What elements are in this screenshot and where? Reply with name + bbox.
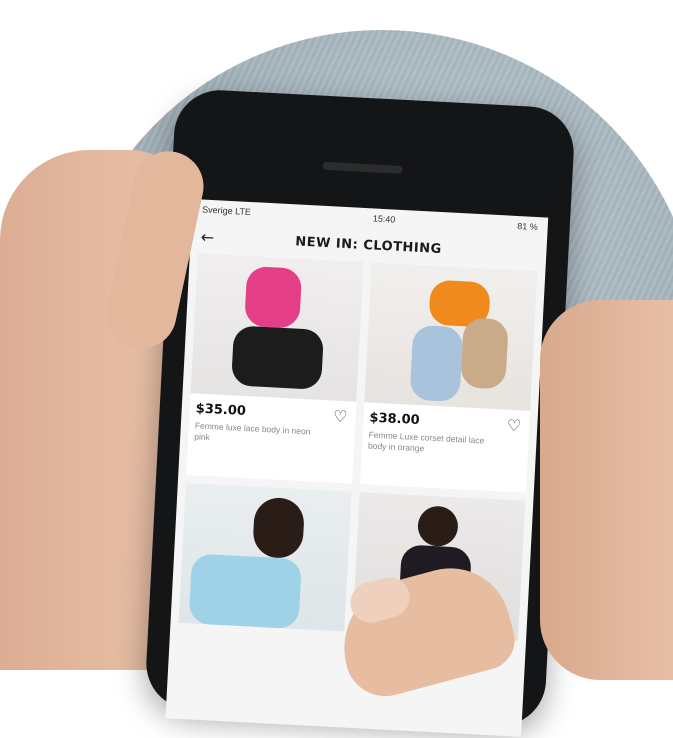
back-arrow-icon[interactable]: ← — [200, 227, 214, 247]
product-info: $35.00 ♡ Femme luxe lace body in neon pi… — [186, 393, 356, 484]
product-image[interactable] — [178, 482, 352, 632]
black-pants — [231, 325, 325, 390]
battery-level: 81 % — [516, 220, 538, 233]
trench-coat — [460, 317, 509, 390]
model-hair — [252, 496, 306, 560]
carrier-label: Sverige LTE — [201, 204, 252, 218]
product-description: Femme Luxe corset detail lace body in or… — [367, 429, 485, 454]
product-info: $38.00 ♡ Femme Luxe corset detail lace b… — [360, 402, 530, 493]
blue-jeans — [409, 324, 464, 403]
pink-top — [244, 265, 303, 329]
heart-icon[interactable]: ♡ — [333, 407, 348, 428]
heart-icon[interactable]: ♡ — [506, 416, 521, 437]
product-card[interactable] — [178, 482, 352, 632]
product-image[interactable] — [364, 262, 538, 411]
product-image[interactable] — [190, 253, 364, 402]
model-head — [416, 505, 459, 548]
status-time: 15:40 — [372, 213, 396, 225]
product-card[interactable]: $38.00 ♡ Femme Luxe corset detail lace b… — [360, 262, 538, 493]
tie-dye-top — [188, 553, 303, 630]
product-card[interactable]: $35.00 ♡ Femme luxe lace body in neon pi… — [186, 253, 364, 484]
phone-speaker — [322, 161, 403, 174]
right-hand — [540, 300, 673, 680]
product-description: Femme luxe lace body in neon pink — [194, 420, 311, 443]
